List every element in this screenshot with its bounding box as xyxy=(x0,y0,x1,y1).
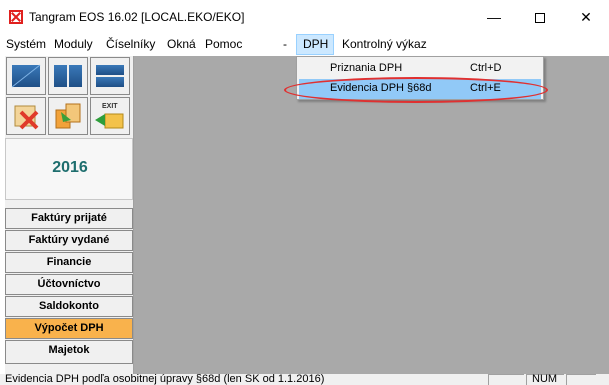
app-logo-icon xyxy=(9,10,23,24)
nav-faktury-prijate[interactable]: Faktúry prijaté xyxy=(5,208,133,229)
split-window-button[interactable] xyxy=(48,57,88,95)
year-panel: 2016 xyxy=(5,138,133,200)
menu-kontrolny-vykaz[interactable]: Kontrolný výkaz xyxy=(341,37,428,51)
menu-okna[interactable]: Okná xyxy=(166,37,197,51)
menu-dph-label: DPH xyxy=(303,37,329,51)
menu-moduly[interactable]: Moduly xyxy=(53,37,94,51)
copy-doc-button[interactable] xyxy=(48,97,88,135)
nav-faktury-vydane[interactable]: Faktúry vydané xyxy=(5,230,133,251)
close-button[interactable]: ✕ xyxy=(563,0,609,34)
year-label: 2016 xyxy=(52,159,88,176)
status-pane xyxy=(566,374,596,385)
delete-doc-icon xyxy=(14,105,39,130)
exit-icon: EXIT xyxy=(95,103,124,129)
tile-window-button[interactable] xyxy=(6,57,46,95)
menu-item-shortcut: Ctrl+D xyxy=(470,62,502,74)
exit-icon-label: EXIT xyxy=(102,103,118,110)
mdi-workspace xyxy=(134,56,609,374)
horizontal-window-button[interactable] xyxy=(90,57,130,95)
nav-uctovnictvo[interactable]: Účtovníctvo xyxy=(5,274,133,295)
window-title: Tangram EOS 16.02 [LOCAL.EKO/EKO] xyxy=(29,10,245,24)
menu-system[interactable]: Systém xyxy=(5,37,47,51)
split-window-icon xyxy=(54,65,82,87)
num-lock-indicator: NUM xyxy=(532,374,558,385)
title-bar: Tangram EOS 16.02 [LOCAL.EKO/EKO] — ✕ xyxy=(0,0,609,34)
nav-saldokonto[interactable]: Saldokonto xyxy=(5,296,133,317)
delete-doc-button[interactable] xyxy=(6,97,46,135)
copy-doc-icon xyxy=(55,103,81,129)
highlight-annotation xyxy=(284,77,548,103)
menu-item-label: Priznania DPH xyxy=(330,62,403,74)
menu-pomoc[interactable]: Pomoc xyxy=(204,37,243,51)
nav-financie[interactable]: Financie xyxy=(5,252,133,273)
left-panel: EXIT 2016 Faktúry prijaté Faktúry vydané… xyxy=(5,56,134,374)
minimize-button[interactable]: — xyxy=(471,0,517,34)
status-bar: Evidencia DPH podľa osobitnej úpravy §68… xyxy=(0,374,609,385)
exit-button[interactable]: EXIT xyxy=(90,97,130,135)
menu-separator: - xyxy=(283,37,287,51)
horizontal-window-icon xyxy=(96,65,124,87)
menu-item-priznania-dph[interactable]: Priznania DPH Ctrl+D xyxy=(299,59,541,79)
nav-majetok[interactable]: Majetok xyxy=(5,340,133,364)
menu-dph[interactable]: DPH xyxy=(296,34,334,55)
status-pane xyxy=(488,374,524,385)
menu-ciselniky[interactable]: Číselníky xyxy=(105,37,156,51)
nav-vypocet-dph[interactable]: Výpočet DPH xyxy=(5,318,133,339)
maximize-button[interactable] xyxy=(517,0,563,34)
status-text: Evidencia DPH podľa osobitnej úpravy §68… xyxy=(5,374,325,385)
tile-window-icon xyxy=(11,64,41,88)
maximize-icon xyxy=(535,13,545,24)
